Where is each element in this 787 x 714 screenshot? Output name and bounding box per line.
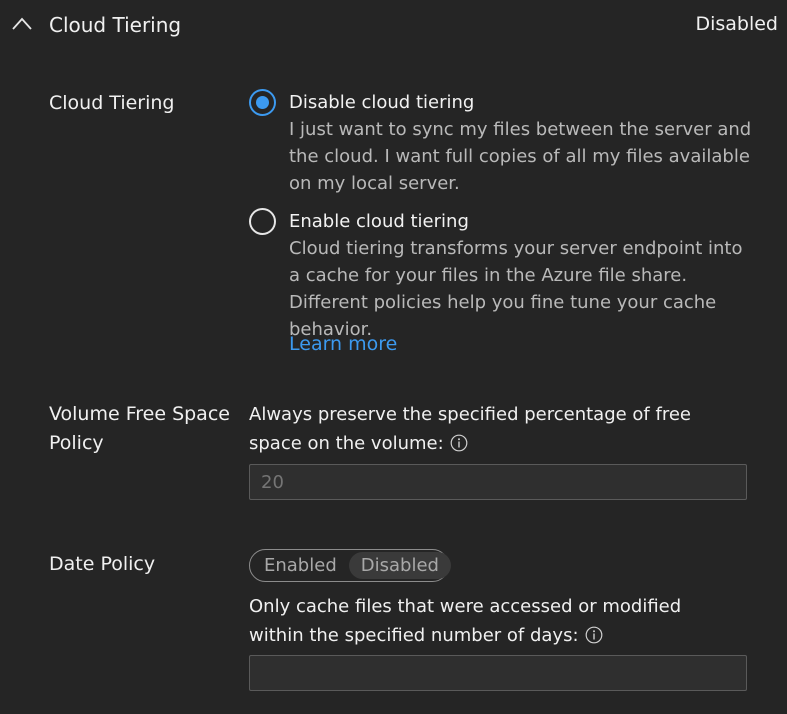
learn-more-link[interactable]: Learn more — [289, 331, 397, 358]
enable-cloud-tiering-title[interactable]: Enable cloud tiering — [289, 208, 469, 235]
disable-cloud-tiering-option[interactable]: Disable cloud tiering I just want to syn… — [249, 89, 759, 199]
date-policy-description-text: Only cache files that were accessed or m… — [249, 596, 682, 646]
disable-cloud-tiering-description: I just want to sync my files between the… — [289, 119, 752, 194]
volume-policy-description: Always preserve the specified percentage… — [249, 400, 749, 458]
volume-policy-label-line2: Policy — [49, 432, 104, 454]
enable-cloud-tiering-radio[interactable] — [249, 208, 276, 235]
date-policy-disabled-option[interactable]: Disabled — [348, 552, 451, 579]
date-policy-label: Date Policy — [49, 553, 156, 575]
enable-cloud-tiering-option[interactable]: Enable cloud tiering Cloud tiering trans… — [249, 208, 759, 340]
chevron-up-icon[interactable] — [12, 16, 32, 32]
disable-cloud-tiering-radio[interactable] — [249, 89, 276, 116]
section-title: Cloud Tiering — [49, 13, 182, 37]
disable-cloud-tiering-title[interactable]: Disable cloud tiering — [289, 89, 474, 116]
info-icon[interactable] — [450, 434, 468, 452]
volume-policy-label-line1: Volume Free Space — [49, 403, 230, 425]
enable-cloud-tiering-description: Cloud tiering transforms your server end… — [289, 238, 743, 340]
section-header[interactable]: Cloud Tiering Disabled — [0, 0, 787, 52]
date-policy-description: Only cache files that were accessed or m… — [249, 592, 729, 650]
volume-free-space-input[interactable] — [249, 464, 747, 500]
date-policy-days-input[interactable] — [249, 655, 747, 691]
volume-policy-label: Volume Free Space Policy — [49, 400, 230, 458]
date-policy-toggle[interactable]: Enabled Disabled — [249, 549, 451, 582]
cloud-tiering-label: Cloud Tiering — [49, 92, 175, 114]
section-status: Disabled — [695, 13, 778, 35]
volume-policy-description-text: Always preserve the specified percentage… — [249, 404, 691, 454]
date-policy-enabled-option[interactable]: Enabled — [252, 552, 349, 579]
info-icon[interactable] — [585, 626, 603, 644]
